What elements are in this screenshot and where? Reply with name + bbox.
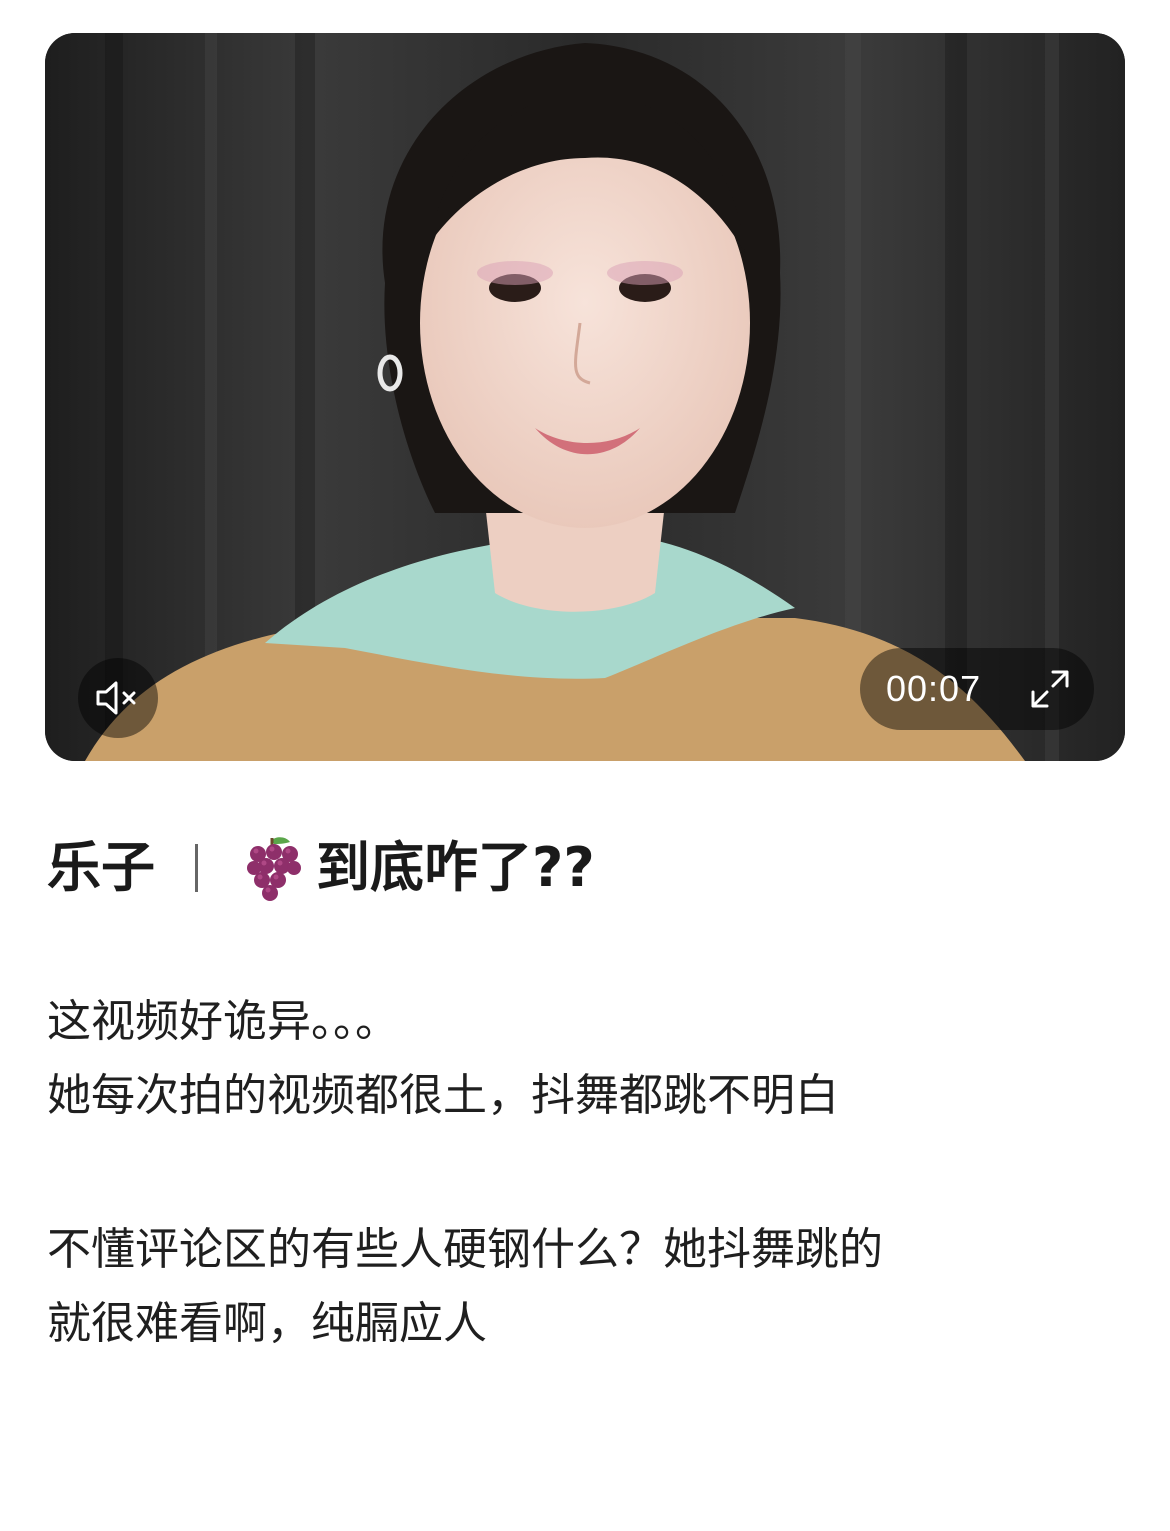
grape-icon — [247, 837, 301, 901]
post-body-line: 这视频好诡异。。。 — [47, 996, 399, 1047]
post-body-line: 她每次拍的视频都很土，抖舞都跳不明白 — [47, 1070, 839, 1121]
video-player[interactable]: 00:07 — [45, 33, 1125, 761]
post-body: 这视频好诡异。。。 她每次拍的视频都很土，抖舞都跳不明白 不懂评论区的有些人硬钢… — [47, 985, 1127, 1361]
title-divider — [195, 844, 198, 892]
fullscreen-button[interactable] — [1026, 665, 1074, 713]
post-title-text: 到底咋了?? — [316, 836, 595, 899]
post-title-prefix: 乐子 — [47, 836, 155, 899]
post-body-line: 就很难看啊，纯膈应人 — [47, 1298, 487, 1349]
expand-icon — [1031, 670, 1069, 708]
video-controls: 00:07 — [860, 648, 1094, 730]
post-body-line: 不懂评论区的有些人硬钢什么？她抖舞跳的 — [47, 1224, 883, 1275]
mute-button[interactable] — [78, 658, 158, 738]
video-duration: 00:07 — [886, 668, 982, 709]
speaker-muted-icon — [96, 681, 136, 715]
post-title: 乐子 到底咋了?? — [47, 826, 1127, 910]
